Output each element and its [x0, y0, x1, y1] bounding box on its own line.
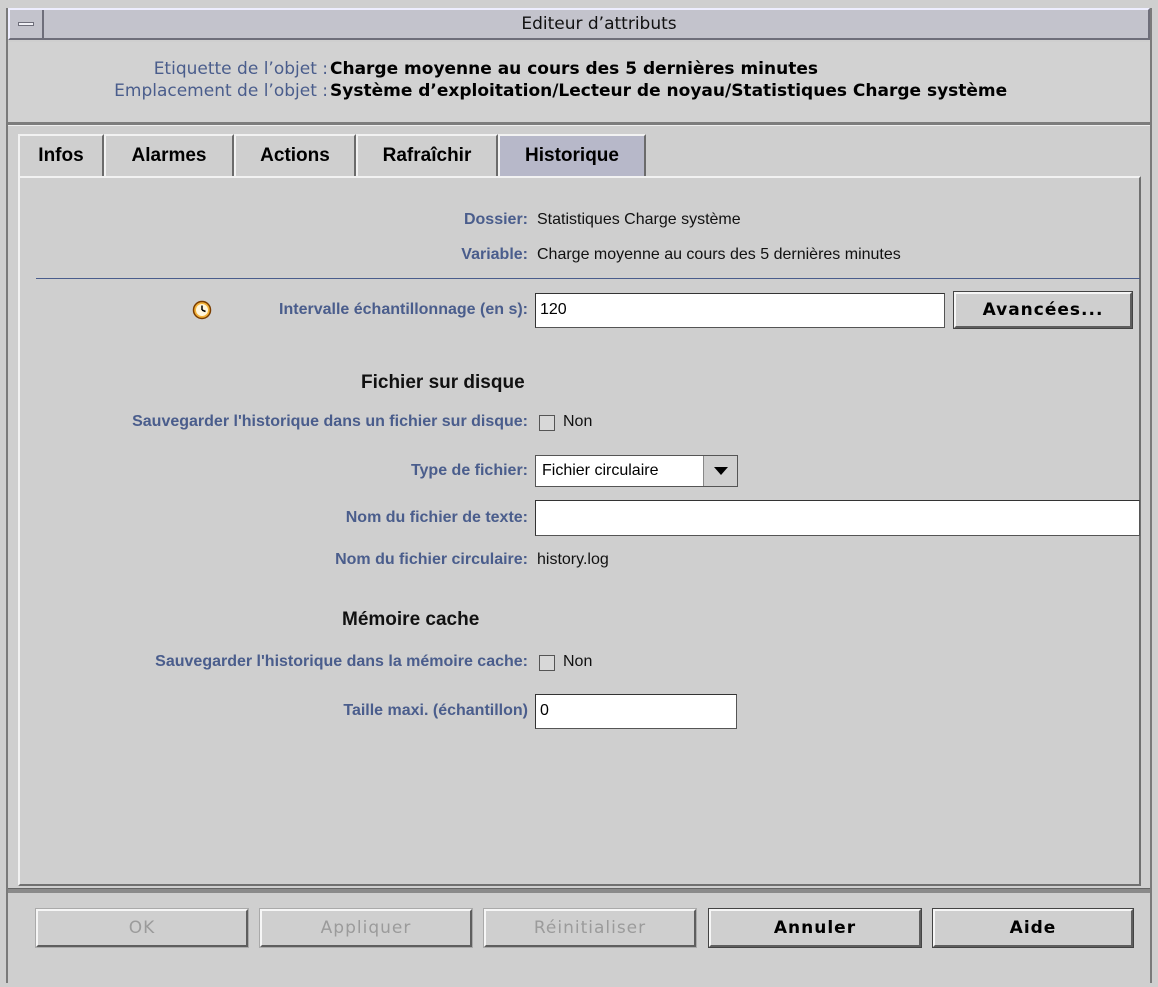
file-type-selected: Fichier circulaire — [542, 462, 659, 479]
save-disk-checkbox[interactable] — [539, 415, 555, 431]
ok-button[interactable]: OK — [35, 908, 249, 948]
window-menu-icon — [18, 22, 34, 26]
file-type-label: Type de fichier: — [410, 462, 528, 479]
apply-button[interactable]: Appliquer — [259, 908, 473, 948]
object-location-label: Emplacement de l’objet : — [114, 81, 328, 101]
file-type-select[interactable]: Fichier circulaire — [535, 455, 738, 487]
text-file-label: Nom du fichier de texte: — [345, 509, 528, 526]
variable-value: Charge moyenne au cours des 5 dernières … — [537, 246, 901, 263]
save-disk-state: Non — [563, 413, 593, 430]
title-bar[interactable]: Editeur d’attributs — [8, 8, 1150, 40]
panel-divider — [36, 278, 1140, 279]
cancel-button[interactable]: Annuler — [708, 908, 922, 948]
object-header: Etiquette de l’objet : Charge moyenne au… — [8, 42, 1150, 122]
save-cache-label: Sauvegarder l'historique dans la mémoire… — [155, 653, 528, 670]
tab-alarmes[interactable]: Alarmes — [104, 134, 234, 176]
attribute-editor-window: Editeur d’attributs Etiquette de l’objet… — [0, 0, 1158, 987]
save-disk-label: Sauvegarder l'historique dans un fichier… — [132, 413, 528, 430]
folder-value: Statistiques Charge système — [537, 211, 741, 228]
interval-input[interactable]: 120 — [535, 293, 945, 328]
object-label-label: Etiquette de l’objet : — [153, 59, 328, 79]
circular-file-value: history.log — [537, 551, 609, 568]
window-title: Editeur d’attributs — [521, 14, 677, 34]
help-button[interactable]: Aide — [932, 908, 1134, 948]
header-separator — [8, 122, 1150, 126]
text-file-input[interactable] — [535, 500, 1140, 536]
interval-label: Intervalle échantillonnage (en s): — [279, 301, 528, 318]
folder-label: Dossier: — [463, 211, 528, 228]
cache-section-title: Mémoire cache — [342, 609, 480, 630]
reset-button[interactable]: Réinitialiser — [483, 908, 697, 948]
save-cache-state: Non — [563, 653, 593, 670]
clock-icon — [192, 300, 212, 320]
window-menu-button[interactable] — [10, 10, 44, 38]
max-size-label: Taille maxi. (échantillon) — [343, 702, 528, 719]
object-location-row: Emplacement de l’objet : Système d’explo… — [8, 80, 1150, 102]
tab-actions[interactable]: Actions — [234, 134, 356, 176]
object-location-value: Système d’exploitation/Lecteur de noyau/… — [330, 81, 1008, 101]
tab-rafraichir[interactable]: Rafraîchir — [356, 134, 498, 176]
window-frame-right — [1150, 8, 1152, 983]
tab-infos[interactable]: Infos — [18, 134, 104, 176]
variable-label: Variable: — [461, 246, 528, 263]
disk-section-title: Fichier sur disque — [361, 372, 525, 393]
advanced-button[interactable]: Avancées... — [953, 291, 1133, 329]
window-frame-left — [6, 8, 8, 983]
tab-historique[interactable]: Historique — [498, 134, 646, 176]
max-size-input[interactable]: 0 — [535, 694, 737, 729]
object-label-value: Charge moyenne au cours des 5 dernières … — [330, 59, 818, 79]
object-label-row: Etiquette de l’objet : Charge moyenne au… — [8, 58, 1150, 80]
circular-file-label: Nom du fichier circulaire: — [335, 551, 528, 568]
chevron-down-icon[interactable] — [703, 456, 737, 486]
save-cache-checkbox[interactable] — [539, 655, 555, 671]
